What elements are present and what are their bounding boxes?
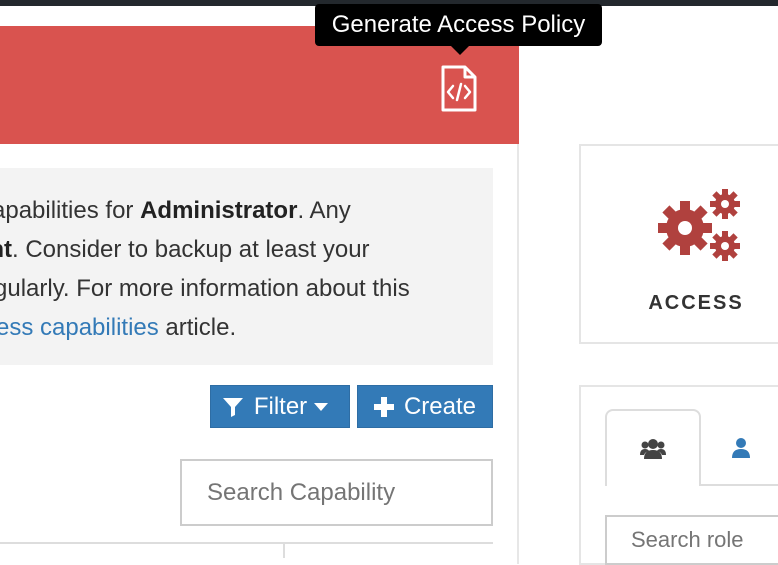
notice-bold-text: ent (0, 236, 12, 263)
capability-table-header (0, 542, 493, 558)
gears-icon (658, 189, 740, 261)
user-icon (732, 437, 750, 458)
create-label: Create (403, 392, 477, 420)
filter-label: Filter (253, 392, 308, 420)
notice-text: . Any (297, 197, 351, 224)
filter-icon (222, 397, 243, 417)
tab-users[interactable] (701, 409, 778, 486)
create-button[interactable]: Create (357, 385, 493, 428)
chevron-down-icon (314, 402, 329, 411)
notice-text: article. (158, 314, 237, 341)
capabilities-article-link[interactable]: ess capabilities (0, 314, 159, 341)
access-label: ACCESS (648, 292, 744, 314)
notice-line: gularly. For more information about this (0, 275, 410, 302)
tab-roles[interactable] (605, 409, 701, 486)
notice-text: . Consider to backup at least your (12, 236, 370, 263)
notice-line: ess capabilities article. (0, 308, 236, 347)
search-role-input[interactable] (605, 515, 778, 565)
notice-text: apabilities for (0, 197, 141, 224)
filter-button[interactable]: Filter (210, 385, 350, 428)
code-file-icon[interactable] (436, 64, 482, 114)
tooltip: Generate Access Policy (315, 4, 602, 55)
users-icon (640, 438, 666, 459)
column-divider (283, 544, 285, 558)
search-capability-input[interactable] (180, 459, 493, 526)
notice-line: ent. Consider to backup at least your (0, 230, 370, 269)
notice-box: apabilities for Administrator. Any ent. … (0, 168, 493, 365)
role-name: Administrator (140, 197, 298, 224)
access-widget[interactable]: ACCESS (579, 144, 778, 344)
notice-line: apabilities for Administrator. Any (0, 191, 351, 230)
plus-icon (373, 396, 394, 417)
